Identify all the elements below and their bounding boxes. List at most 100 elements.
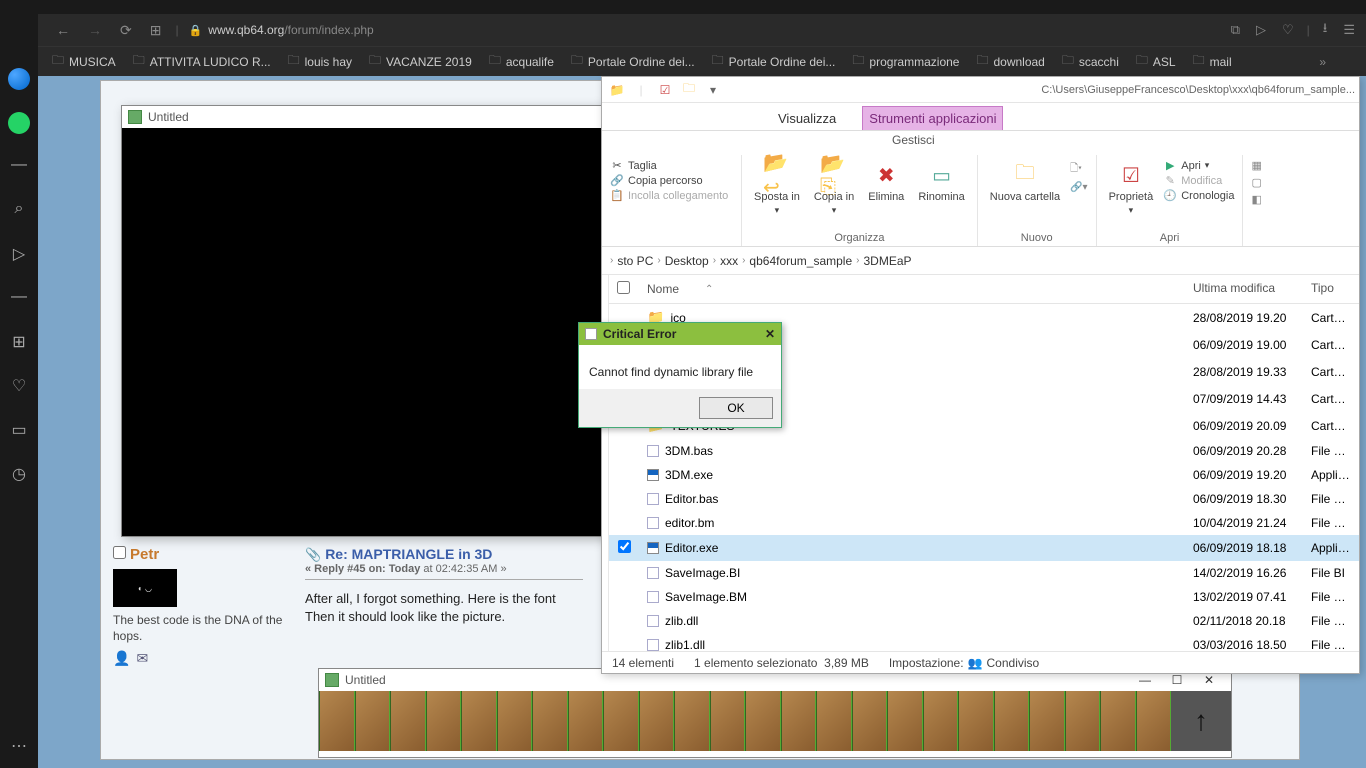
properties-button[interactable]: ☑Proprietà▾ [1105, 159, 1158, 218]
qat-dropdown-icon[interactable]: ▾ [702, 80, 724, 100]
tab-manage[interactable]: Gestisci [892, 133, 935, 147]
minimize-button[interactable]: — [1129, 673, 1161, 687]
select-all-checkbox[interactable] [617, 281, 630, 294]
breadcrumb-segment[interactable]: sto PC [617, 254, 653, 268]
select-none-icon[interactable]: ▢ [1251, 176, 1261, 189]
texture-tile [603, 691, 639, 751]
breadcrumb[interactable]: ›sto PC›Desktop›xxx›qb64forum_sample›3DM… [602, 247, 1359, 275]
invert-selection-icon[interactable]: ◧ [1251, 193, 1261, 206]
copy-to-button[interactable]: 📂⎘Copia in▾ [810, 159, 858, 218]
cut-button[interactable]: ✂Taglia [610, 159, 733, 172]
breadcrumb-segment[interactable]: qb64forum_sample [749, 254, 852, 268]
bookmark-item[interactable]: 🗀programmazione [844, 47, 967, 76]
paste-shortcut-button[interactable]: 📋Incolla collegamento [610, 189, 733, 202]
snapshot-icon[interactable]: ⧉ [1228, 19, 1243, 41]
news-icon[interactable]: ▭ [8, 420, 30, 442]
post-body: After all, I forgot something. Here is t… [305, 590, 583, 626]
open-button[interactable]: ▶Apri ▾ [1163, 159, 1234, 172]
bookmark-item[interactable]: 🗀download [968, 47, 1052, 76]
file-row[interactable]: SaveImage.BM13/02/2019 07.41File BM [609, 585, 1359, 609]
poster-checkbox[interactable] [113, 546, 126, 559]
message-icon[interactable]: ✉ [136, 650, 148, 667]
file-icon [647, 493, 659, 505]
tab-view[interactable]: Visualizza [772, 107, 842, 130]
file-row[interactable]: 3DM.bas06/09/2019 20.28File BAS [609, 439, 1359, 463]
file-type: Cartella [1303, 416, 1359, 436]
bookmark-icon[interactable]: ♡ [1279, 19, 1297, 41]
file-icon [647, 567, 659, 579]
breadcrumb-segment[interactable]: Desktop [665, 254, 709, 268]
whatsapp-icon[interactable] [8, 112, 30, 134]
error-title-text: Critical Error [603, 327, 676, 341]
delete-button[interactable]: ✖Elimina [864, 159, 908, 205]
close-button[interactable]: ✕ [1193, 673, 1225, 687]
dialog-icon [585, 328, 597, 340]
bookmark-item[interactable]: 🗀ASL [1128, 47, 1184, 76]
bookmark-item[interactable]: 🗀louis hay [280, 47, 360, 76]
bookmark-item[interactable]: 🗀mail [1185, 47, 1240, 76]
bookmark-item[interactable]: 🗀scacchi [1054, 47, 1127, 76]
file-row[interactable]: zlib1.dll03/03/2016 18.50File DLL [609, 633, 1359, 651]
bookmark-item[interactable]: 🗀MUSICA [44, 47, 124, 76]
up-arrow-tile[interactable]: ↑ [1171, 691, 1231, 751]
easy-access-icon[interactable]: 🔗▾ [1070, 182, 1087, 193]
reload-button[interactable]: ⟳ [116, 18, 136, 43]
file-row[interactable]: SaveImage.BI14/02/2019 16.26File BI [609, 561, 1359, 585]
search-icon[interactable]: ⌕ [8, 200, 30, 222]
bookmark-item[interactable]: 🗀VACANZE 2019 [361, 47, 480, 76]
address-bar[interactable]: 🔒 www.qb64.org/forum/index.php [189, 23, 374, 37]
more-icon[interactable]: ⋯ [8, 736, 30, 758]
move-to-button[interactable]: 📂↩Sposta in▾ [750, 159, 804, 218]
downloads-icon[interactable]: ⭳ [1320, 16, 1331, 44]
error-titlebar[interactable]: Critical Error ✕ [579, 323, 781, 345]
file-modified: 10/04/2019 21.24 [1185, 513, 1303, 533]
bookmark-item[interactable]: 🗀acqualife [481, 47, 562, 76]
file-row[interactable]: editor.bm10/04/2019 21.24File BM [609, 511, 1359, 535]
close-icon[interactable]: ✕ [765, 327, 775, 341]
folder-qat-icon[interactable]: 📁 [606, 80, 628, 100]
speed-dial-icon[interactable]: ⊞ [8, 332, 30, 354]
play-icon[interactable]: ▷ [8, 244, 30, 266]
breadcrumb-segment[interactable]: xxx [720, 254, 738, 268]
breadcrumb-segment[interactable]: 3DMEaP [864, 254, 912, 268]
properties-qat-icon[interactable]: ☑ [654, 80, 676, 100]
tab-app-tools[interactable]: Strumenti applicazioni [862, 106, 1003, 130]
texture-tile [958, 691, 994, 751]
column-headers[interactable]: Nome⌃ Ultima modifica Tipo [609, 275, 1359, 304]
profile-icon[interactable]: 👤 [113, 650, 130, 667]
easy-setup-icon[interactable]: ☰ [1340, 19, 1358, 41]
state-label: Impostazione: [889, 656, 964, 670]
new-item-icon[interactable]: 🗋▾ [1070, 161, 1087, 178]
ok-button[interactable]: OK [699, 397, 773, 419]
new-folder-button[interactable]: 🗀Nuova cartella [986, 159, 1064, 205]
row-checkbox[interactable] [618, 540, 631, 553]
file-row[interactable]: Editor.bas06/09/2019 18.30File BAS [609, 487, 1359, 511]
history-button[interactable]: 🕘Cronologia [1163, 189, 1234, 202]
history-icon[interactable]: ◷ [8, 464, 30, 486]
new-folder-qat-icon[interactable]: 🗀 [678, 80, 700, 100]
back-button[interactable]: ← [52, 18, 74, 42]
file-type: Cartella [1303, 389, 1359, 409]
file-row[interactable]: 3DM.exe06/09/2019 19.20Applicaz [609, 463, 1359, 487]
maximize-button[interactable]: ☐ [1161, 673, 1193, 687]
file-type: File BM [1303, 513, 1359, 533]
send-icon[interactable]: ▷ [1253, 19, 1269, 41]
select-all-icon[interactable]: ▦ [1251, 159, 1261, 172]
forward-button[interactable]: → [84, 18, 106, 42]
rename-button[interactable]: ▭Rinomina [914, 159, 968, 205]
file-modified: 06/09/2019 18.30 [1185, 489, 1303, 509]
messenger-icon[interactable] [8, 68, 30, 90]
ribbon: ✂Taglia 🔗Copia percorso 📋Incolla collega… [602, 155, 1359, 247]
post-title[interactable]: Re: MAPTRIANGLE in 3D [325, 546, 492, 562]
texture-tile [710, 691, 746, 751]
bookmark-item[interactable]: 🗀ATTIVITA LUDICO R... [125, 47, 279, 76]
file-row[interactable]: Editor.exe06/09/2019 18.18Applicaz [609, 535, 1359, 561]
file-row[interactable]: zlib.dll02/11/2018 20.18File DLL [609, 609, 1359, 633]
heart-icon[interactable]: ♡ [8, 376, 30, 398]
start-page-button[interactable]: ⊞ [146, 18, 166, 43]
copy-path-button[interactable]: 🔗Copia percorso [610, 174, 733, 187]
edit-button[interactable]: ✎Modifica [1163, 174, 1234, 187]
bookmark-item[interactable]: 🗀Portale Ordine dei... [704, 47, 844, 76]
bookmarks-overflow-icon[interactable]: » [1319, 55, 1326, 69]
bookmark-item[interactable]: 🗀Portale Ordine dei... [563, 47, 703, 76]
